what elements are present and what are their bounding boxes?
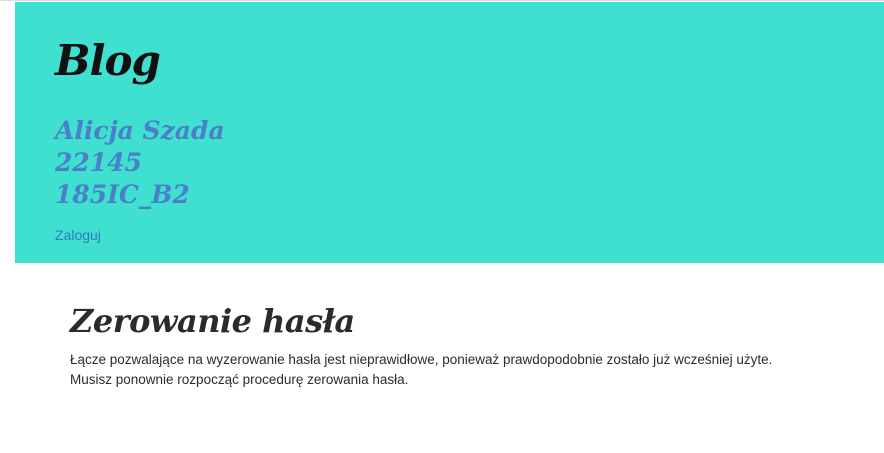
reset-message-line: Musisz ponownie rozpocząć procedurę zero… (70, 372, 409, 388)
reset-message: Łącze pozwalające na wyzerowanie hasła j… (70, 350, 850, 390)
author-group: 185IC_B2 (55, 180, 190, 209)
site-header: Blog Alicja Szada 22145 185IC_B2 Zaloguj (15, 2, 884, 263)
blog-title: Blog (55, 36, 161, 85)
page-title: Zerowanie hasła (70, 302, 355, 340)
reset-message-line: Łącze pozwalające na wyzerowanie hasła j… (70, 352, 773, 368)
author-info: Alicja Szada 22145 185IC_B2 (55, 115, 225, 211)
author-name: Alicja Szada (55, 116, 225, 145)
author-id: 22145 (55, 148, 142, 177)
top-border (0, 0, 884, 1)
page: Blog Alicja Szada 22145 185IC_B2 Zaloguj… (0, 0, 884, 453)
main-content: Zerowanie hasła Łącze pozwalające na wyz… (70, 302, 850, 390)
login-link[interactable]: Zaloguj (55, 227, 101, 243)
